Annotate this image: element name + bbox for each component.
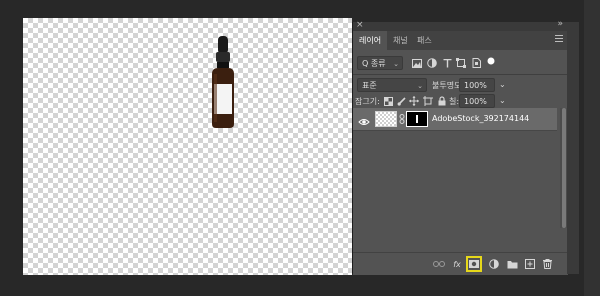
- lock-transparent-icon[interactable]: [382, 95, 394, 107]
- filter-toggle-icon[interactable]: [485, 55, 497, 67]
- blend-mode-value: 표준: [362, 81, 377, 90]
- layer-row[interactable]: AdobeStock_392174144: [353, 108, 557, 131]
- add-mask-button[interactable]: [466, 256, 482, 272]
- panel-top-bar: × »: [353, 19, 568, 31]
- layers-footer: fx: [353, 252, 568, 275]
- new-layer-icon[interactable]: [523, 257, 537, 271]
- chevron-down-icon[interactable]: ⌄: [499, 80, 506, 89]
- fill-field[interactable]: 100%: [459, 94, 495, 108]
- filter-kind-label: Q 종류: [362, 59, 386, 68]
- document-canvas[interactable]: [23, 18, 352, 275]
- chevron-down-icon[interactable]: ⌄: [499, 96, 506, 105]
- layer-name[interactable]: AdobeStock_392174144: [432, 108, 529, 130]
- filter-kind-select[interactable]: Q 종류 ⌄: [357, 56, 403, 70]
- workspace: × » 레이어 채널 패스 Q 종류 ⌄ 표준 ⌄ 불투명도: 100% ⌄ 잠…: [0, 0, 600, 296]
- eye-icon[interactable]: [358, 113, 370, 125]
- opacity-value: 100%: [464, 81, 487, 90]
- link-icon[interactable]: [399, 114, 405, 124]
- lock-position-icon[interactable]: [408, 95, 420, 107]
- lock-image-icon[interactable]: [395, 95, 407, 107]
- fill-value: 100%: [464, 97, 487, 106]
- panel-tabs: 레이어 채널 패스: [353, 31, 568, 50]
- fx-label: fx: [453, 259, 461, 269]
- lock-label: 잠그기:: [355, 97, 380, 106]
- panel-dock-gutter: [567, 22, 579, 274]
- fx-icon[interactable]: fx: [450, 257, 464, 271]
- lock-artboard-icon[interactable]: [422, 95, 434, 107]
- blend-mode-select[interactable]: 표준 ⌄: [357, 78, 427, 92]
- dropper-bottle-image: [212, 36, 234, 128]
- type-filter-icon[interactable]: [441, 57, 453, 69]
- collapse-icon[interactable]: »: [557, 19, 562, 29]
- group-folder-icon[interactable]: [505, 257, 519, 271]
- scrollbar-thumb[interactable]: [562, 108, 566, 228]
- link-layers-icon[interactable]: [432, 257, 446, 271]
- shape-filter-icon[interactable]: [455, 57, 467, 69]
- filter-row: Q 종류 ⌄: [353, 54, 568, 72]
- adjustment-layer-icon[interactable]: [487, 257, 501, 271]
- close-icon[interactable]: ×: [356, 20, 364, 30]
- layer-thumbnail[interactable]: [375, 111, 397, 127]
- divider: [353, 74, 568, 75]
- tab-layers[interactable]: 레이어: [353, 31, 388, 50]
- layers-panel: × » 레이어 채널 패스 Q 종류 ⌄ 표준 ⌄ 불투명도: 100% ⌄ 잠…: [352, 19, 568, 275]
- adjustment-filter-icon[interactable]: [426, 57, 438, 69]
- image-filter-icon[interactable]: [411, 57, 423, 69]
- delete-layer-icon[interactable]: [540, 257, 554, 271]
- window-edge: [584, 0, 600, 296]
- lock-all-icon[interactable]: [436, 95, 448, 107]
- fill-label: 칠:: [449, 97, 460, 106]
- layer-mask-thumbnail[interactable]: [406, 111, 428, 127]
- smart-object-filter-icon[interactable]: [470, 57, 482, 69]
- add-mask-icon: [469, 260, 479, 268]
- chevron-down-icon: ⌄: [417, 82, 423, 90]
- chevron-down-icon: ⌄: [393, 60, 399, 68]
- tab-channels[interactable]: 채널: [387, 31, 414, 50]
- panel-menu-icon[interactable]: [555, 35, 563, 44]
- opacity-field[interactable]: 100%: [459, 78, 495, 92]
- tab-paths[interactable]: 패스: [411, 31, 438, 50]
